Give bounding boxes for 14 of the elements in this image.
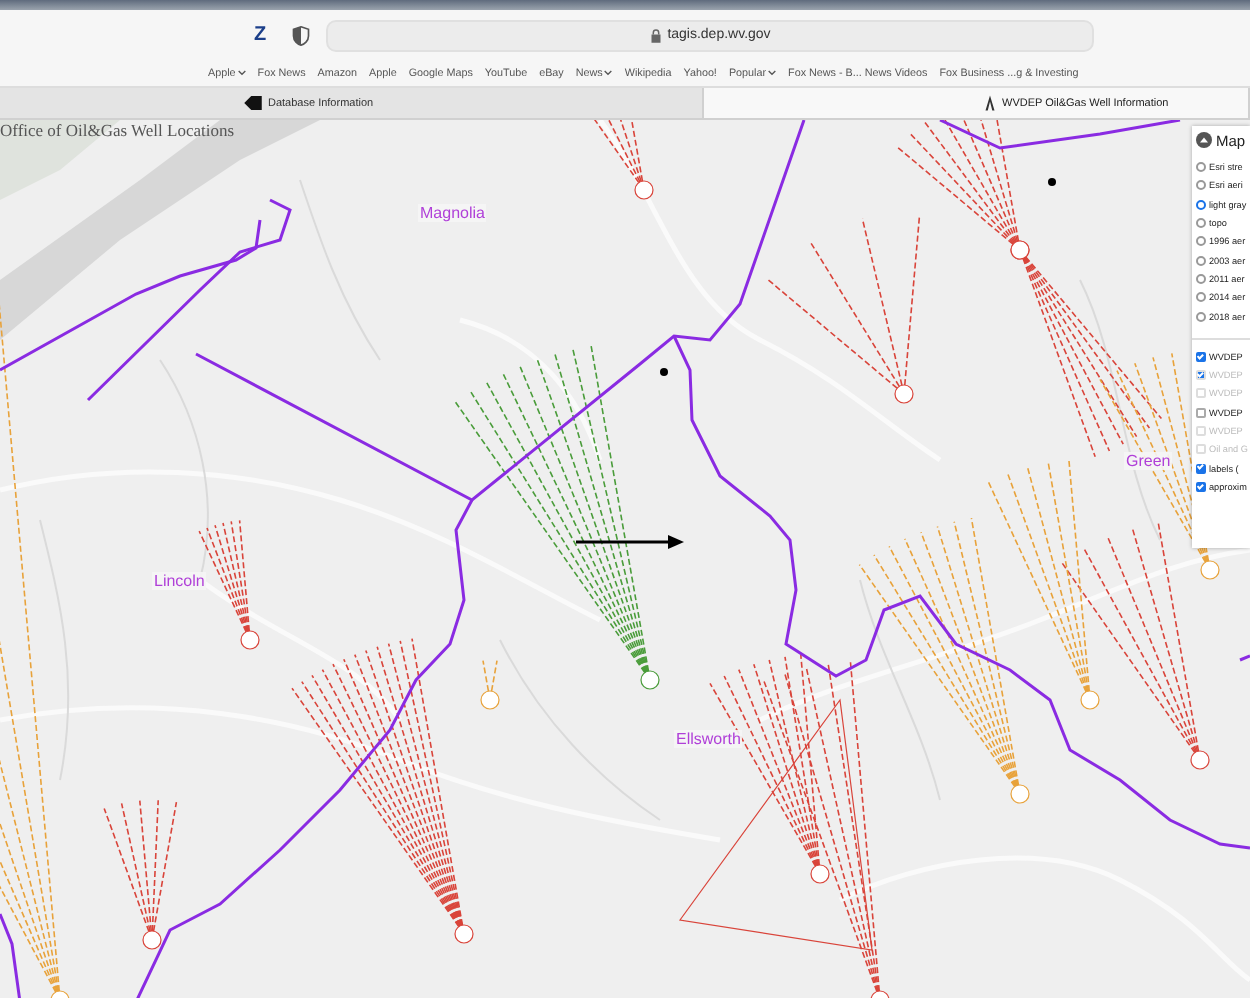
- shield-icon[interactable]: [292, 25, 310, 45]
- chevron-icon: [768, 70, 777, 76]
- district-label: Magnolia: [418, 204, 487, 222]
- chevron-icon: [604, 70, 613, 76]
- lock-icon: [649, 27, 662, 43]
- collapse-icon[interactable]: [1196, 132, 1212, 148]
- profile-letter[interactable]: Z: [248, 24, 272, 46]
- district-label: Green: [1124, 452, 1173, 470]
- district-label: Ellsworth: [674, 730, 743, 748]
- map-title: Office of Oil&Gas Well Locations: [0, 120, 235, 140]
- tag-icon: [244, 96, 262, 110]
- district-label: Lincoln: [152, 572, 207, 590]
- arrow-icon: [576, 534, 684, 550]
- chevron-icon: [237, 70, 246, 76]
